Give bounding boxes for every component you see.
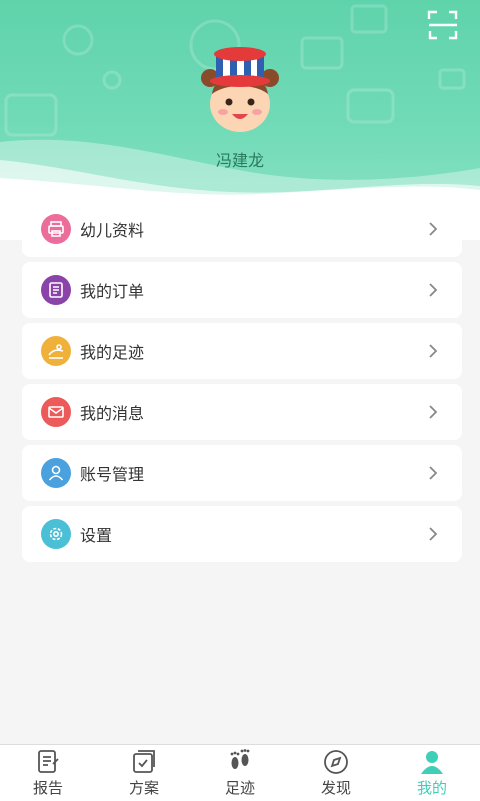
user-icon (41, 458, 71, 488)
chevron-right-icon (429, 283, 438, 297)
menu-item-label: 我的消息 (80, 404, 145, 423)
menu-item-label: 设置 (80, 526, 113, 545)
chevron-right-icon (429, 466, 438, 480)
menu-item-label: 幼儿资料 (80, 221, 145, 240)
discover-icon (324, 750, 348, 774)
menu-item-my-orders[interactable]: 我的订单 (22, 262, 462, 318)
menu-item-label: 我的订单 (80, 282, 145, 301)
tab-mine[interactable]: 我的 (384, 745, 480, 801)
chevron-right-icon (429, 527, 438, 541)
menu-item-settings[interactable]: 设置 (22, 506, 462, 562)
mail-icon (41, 397, 71, 427)
tab-report[interactable]: 报告 (0, 745, 96, 801)
menu-item-child-info[interactable]: 幼儿资料 (22, 201, 462, 257)
printer-icon (41, 214, 71, 244)
username: 冯建龙 (215, 151, 264, 170)
menu-item-label: 账号管理 (80, 465, 145, 484)
gear-icon (41, 519, 71, 549)
tab-plan[interactable]: 方案 (96, 745, 192, 801)
tab-label: 报告 (32, 779, 63, 797)
tab-label: 方案 (128, 779, 159, 797)
profile-menu: 幼儿资料 我的订单 我的足迹 我的消息 账号管理 设置 (22, 201, 462, 567)
bottom-tab-bar: 报告 方案 足迹 发现 我的 (0, 744, 480, 801)
tab-label: 足迹 (224, 779, 255, 797)
mine-icon (421, 751, 443, 774)
chevron-right-icon (429, 405, 438, 419)
plan-icon (133, 750, 155, 773)
chevron-right-icon (429, 222, 438, 236)
order-list-icon (41, 275, 71, 305)
report-icon (38, 750, 59, 773)
tab-label: 我的 (416, 779, 447, 797)
avatar[interactable] (196, 42, 284, 136)
tab-label: 发现 (320, 779, 351, 797)
menu-item-my-messages[interactable]: 我的消息 (22, 384, 462, 440)
chevron-right-icon (429, 344, 438, 358)
menu-item-my-footprints[interactable]: 我的足迹 (22, 323, 462, 379)
tab-discover[interactable]: 发现 (288, 745, 384, 801)
tab-footprints[interactable]: 足迹 (192, 745, 288, 801)
menu-item-account-management[interactable]: 账号管理 (22, 445, 462, 501)
picture-icon (41, 336, 71, 366)
scan-icon[interactable] (426, 8, 460, 42)
menu-item-label: 我的足迹 (80, 343, 145, 362)
footprint-icon (230, 749, 250, 769)
